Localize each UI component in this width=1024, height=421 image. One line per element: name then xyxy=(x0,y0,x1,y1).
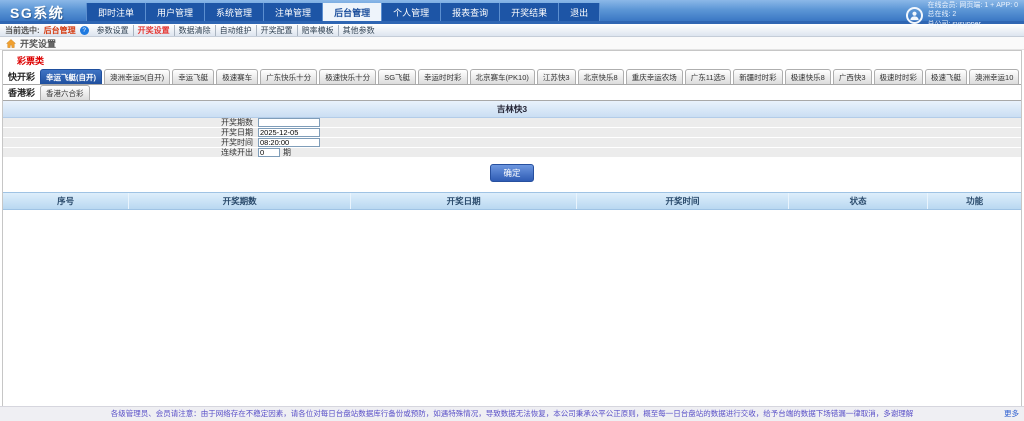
submenu-item[interactable]: 数据清除 xyxy=(175,25,216,36)
results-table-body xyxy=(3,210,1021,406)
form-actions: 确定 xyxy=(3,158,1021,188)
submenu-item[interactable]: 开奖设置 xyxy=(134,25,175,36)
submenu-item[interactable]: 其他参数 xyxy=(339,25,379,36)
table-column-header: 状态 xyxy=(789,193,928,209)
nav-tab[interactable]: 开奖结果 xyxy=(500,3,559,21)
game-tab[interactable]: 幸运飞艇(自开) xyxy=(40,69,102,84)
help-icon[interactable]: ? xyxy=(80,26,89,35)
submenu-item[interactable]: 开奖配置 xyxy=(257,25,298,36)
results-table-header: 序号开奖期数开奖日期开奖时间状态功能 xyxy=(3,192,1021,210)
game-tab[interactable]: 新疆时时彩 xyxy=(733,69,783,84)
page-title: 开奖设置 xyxy=(20,37,56,50)
user-info-panel: 在线会员: 网页端: 1 + APP: 0 总在线: 2 总公司: sysupp… xyxy=(906,1,1018,29)
table-column-header: 开奖期数 xyxy=(129,193,351,209)
draw-time-input[interactable] xyxy=(258,138,320,147)
game-tab[interactable]: 北京快乐8 xyxy=(578,69,624,84)
breadcrumb-bar: 当前选中: 后台管理 ? 参数设置开奖设置数据清除自动维护开奖配置赔率模板其他参… xyxy=(0,24,1024,37)
table-column-header: 功能 xyxy=(928,193,1021,209)
quick-lottery-row: 快开彩 幸运飞艇(自开)澳洲幸运5(自开)幸运飞艇极速赛车广东快乐十分极速快乐十… xyxy=(3,69,1021,85)
nav-tab[interactable]: 注单管理 xyxy=(264,3,323,21)
submenu-item[interactable]: 赔率模板 xyxy=(298,25,339,36)
category-label: 彩票类 xyxy=(3,51,1021,69)
game-tab[interactable]: 极速赛车 xyxy=(216,69,258,84)
nav-tab[interactable]: 用户管理 xyxy=(146,3,205,21)
hk-lottery-row: 香港彩 香港六合彩 xyxy=(3,85,1021,101)
nav-tab[interactable]: 报表查询 xyxy=(441,3,500,21)
consecutive-draw-row: 连续开出 期 xyxy=(3,148,1021,158)
consecutive-draw-input[interactable] xyxy=(258,148,280,157)
nav-tab[interactable]: 后台管理 xyxy=(323,3,382,21)
game-tab[interactable]: 幸运飞艇 xyxy=(172,69,214,84)
quick-game-tabs: 幸运飞艇(自开)澳洲幸运5(自开)幸运飞艇极速赛车广东快乐十分极速快乐十分SG飞… xyxy=(40,69,1021,84)
game-tab[interactable]: 广东11选5 xyxy=(685,69,731,84)
consecutive-draw-suffix: 期 xyxy=(283,147,291,158)
app-header: SG系统 即时注单用户管理系统管理注单管理后台管理个人管理报表查询开奖结果退出 … xyxy=(0,0,1024,24)
game-tab[interactable]: 广东快乐十分 xyxy=(260,69,317,84)
draw-period-input[interactable] xyxy=(258,118,320,127)
game-tab[interactable]: 极速飞艇 xyxy=(925,69,967,84)
table-column-header: 序号 xyxy=(3,193,129,209)
hk-game-tabs: 香港六合彩 xyxy=(40,85,92,100)
user-avatar-icon xyxy=(906,7,923,24)
game-tab[interactable]: 北京赛车(PK10) xyxy=(470,69,535,84)
user-stats: 在线会员: 网页端: 1 + APP: 0 总在线: 2 总公司: sysupp… xyxy=(928,1,1018,29)
main-nav: 即时注单用户管理系统管理注单管理后台管理个人管理报表查询开奖结果退出 xyxy=(86,3,600,21)
footer-notice: 各级管理员、会员请注意：由于网络存在不稳定因素，请各位对每日台盘站数据库行备份或… xyxy=(111,409,914,418)
hk-group-label: 香港彩 xyxy=(8,86,35,99)
game-tab[interactable]: 江苏快3 xyxy=(537,69,576,84)
game-tab[interactable]: 香港六合彩 xyxy=(40,85,90,100)
home-icon xyxy=(6,39,16,48)
nav-tab[interactable]: 即时注单 xyxy=(86,3,146,21)
game-tab[interactable]: 澳洲幸运5(自开) xyxy=(104,69,170,84)
consecutive-draw-label: 连续开出 xyxy=(3,147,258,158)
current-module-name: 后台管理 xyxy=(44,25,76,36)
submenu-item[interactable]: 自动维护 xyxy=(216,25,257,36)
footer-bar: 各级管理员、会员请注意：由于网络存在不稳定因素，请各位对每日台盘站数据库行备份或… xyxy=(0,406,1024,421)
current-selected-label: 当前选中: xyxy=(5,25,40,36)
submenu-item[interactable]: 参数设置 xyxy=(93,25,134,36)
confirm-button[interactable]: 确定 xyxy=(490,164,533,182)
nav-tab[interactable]: 个人管理 xyxy=(382,3,441,21)
table-column-header: 开奖日期 xyxy=(351,193,577,209)
nav-tab[interactable]: 系统管理 xyxy=(205,3,264,21)
game-tab[interactable]: 澳洲幸运10 xyxy=(969,69,1019,84)
game-tab[interactable]: 重庆幸运农场 xyxy=(626,69,683,84)
submenu: 参数设置开奖设置数据清除自动维护开奖配置赔率模板其他参数 xyxy=(93,25,379,36)
game-tab[interactable]: 极速时时彩 xyxy=(874,69,924,84)
nav-tab[interactable]: 退出 xyxy=(559,3,600,21)
page-root: SG系统 即时注单用户管理系统管理注单管理后台管理个人管理报表查询开奖结果退出 … xyxy=(0,0,1024,421)
game-tab[interactable]: 极速快乐十分 xyxy=(319,69,376,84)
game-tab[interactable]: 幸运时时彩 xyxy=(418,69,468,84)
game-tab[interactable]: 广西快3 xyxy=(833,69,872,84)
content-panel: 彩票类 快开彩 幸运飞艇(自开)澳洲幸运5(自开)幸运飞艇极速赛车广东快乐十分极… xyxy=(2,50,1022,406)
app-title: SG系统 xyxy=(10,3,64,23)
game-tab[interactable]: SG飞艇 xyxy=(378,69,416,84)
more-link[interactable]: 更多 xyxy=(1004,407,1019,421)
draw-date-input[interactable] xyxy=(258,128,320,137)
page-title-bar: 开奖设置 xyxy=(0,37,1024,50)
company-text: 总公司: sysupper xyxy=(928,20,1018,29)
total-online-text: 总在线: 2 xyxy=(928,10,1018,19)
game-tab[interactable]: 极速快乐8 xyxy=(785,69,831,84)
draw-form-title: 吉林快3 xyxy=(3,101,1021,118)
quick-group-label: 快开彩 xyxy=(8,70,35,83)
table-column-header: 开奖时间 xyxy=(577,193,789,209)
online-members-text: 在线会员: 网页端: 1 + APP: 0 xyxy=(928,1,1018,10)
